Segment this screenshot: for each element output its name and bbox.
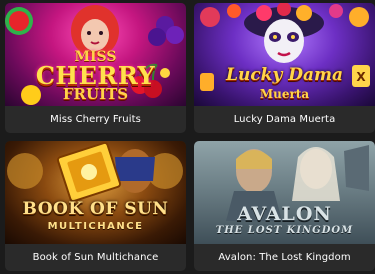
- logo-line-1: Lucky Dama: [226, 65, 343, 85]
- game-grid: MISS CHERRY FRUITS Miss Cherry Fruits X …: [0, 0, 375, 274]
- game-title[interactable]: Avalon: The Lost Kingdom: [194, 244, 375, 271]
- character-eye: [87, 31, 91, 35]
- sun-disc: [7, 153, 43, 189]
- grape-shape: [166, 26, 184, 44]
- flower-shape: [227, 4, 241, 18]
- watermelon-flesh: [9, 11, 29, 31]
- game-thumbnail[interactable]: AVALON THE LOST KINGDOM: [194, 141, 375, 244]
- game-title[interactable]: Lucky Dama Muerta: [194, 106, 375, 133]
- castle-ruin: [344, 145, 369, 191]
- logo-line-1: BOOK OF SUN: [22, 199, 169, 219]
- pharaoh-headdress: [115, 157, 155, 181]
- game-thumbnail[interactable]: X Lucky Dama Muerta: [194, 3, 375, 106]
- game-title[interactable]: Book of Sun Multichance: [5, 244, 186, 271]
- character-face: [81, 19, 109, 51]
- game-thumbnail[interactable]: MISS CHERRY FRUITS: [5, 3, 186, 106]
- game-card-miss-cherry-fruits[interactable]: MISS CHERRY FRUITS Miss Cherry Fruits: [5, 3, 186, 133]
- flower-shape: [329, 4, 343, 18]
- game-card-avalon-the-lost-kingdom[interactable]: AVALON THE LOST KINGDOM Avalon: The Lost…: [194, 141, 375, 271]
- game-card-lucky-dama-muerta[interactable]: X Lucky Dama Muerta Lucky Dama Muerta: [194, 3, 375, 133]
- hair-flower: [296, 5, 312, 21]
- logo-line-2: MULTICHANCE: [47, 221, 144, 232]
- skull-eye-gem: [291, 35, 295, 39]
- logo-line-2: THE LOST KINGDOM: [215, 225, 354, 236]
- flower-shape: [200, 7, 220, 27]
- skull-icon: [264, 19, 304, 63]
- queen-hair: [292, 147, 340, 201]
- character-eye: [99, 31, 103, 35]
- hair-flower: [256, 5, 272, 21]
- game-thumbnail[interactable]: BOOK OF SUN MULTICHANCE: [5, 141, 186, 244]
- flower-shape: [349, 7, 369, 27]
- skull-eye-gem: [273, 35, 277, 39]
- game-card-book-of-sun-multichance[interactable]: BOOK OF SUN MULTICHANCE Book of Sun Mult…: [5, 141, 186, 271]
- logo-line-2: Muerta: [259, 87, 310, 101]
- logo-line-1: AVALON: [237, 203, 332, 225]
- game-title[interactable]: Miss Cherry Fruits: [5, 106, 186, 133]
- logo-line-3: FRUITS: [62, 85, 129, 103]
- grape-shape: [148, 28, 166, 46]
- knight-crown: [236, 150, 272, 169]
- book-sun-emblem: [81, 164, 97, 180]
